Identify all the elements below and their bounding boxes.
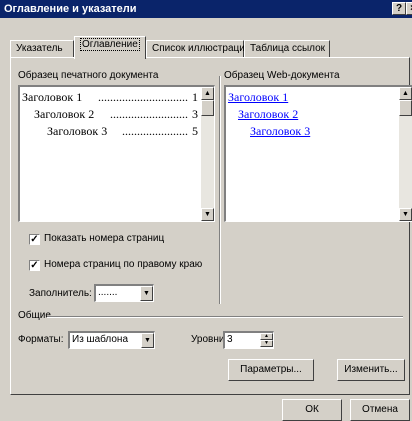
tab-references[interactable]: Таблица ссылок [244, 40, 330, 58]
print-preview-box: Заголовок 1 ............................… [18, 85, 215, 222]
web-preview-scrollbar[interactable]: ▲ ▼ [399, 87, 412, 221]
formats-value: Из шаблона [72, 334, 129, 345]
web-preview-label: Образец Web-документа [224, 70, 340, 81]
toc-heading-2: Заголовок 2 [34, 107, 95, 121]
params-button[interactable]: Параметры... [228, 359, 314, 381]
web-link-1[interactable]: Заголовок 1 [228, 90, 288, 105]
right-align-label: Номера страниц по правому краю [44, 259, 203, 270]
print-preview-label: Образец печатного документа [18, 70, 159, 81]
spin-down-icon[interactable]: ▼ [260, 340, 273, 347]
spin-up-icon[interactable]: ▲ [260, 333, 273, 340]
filler-label: Заполнитель: [29, 288, 92, 299]
levels-spin-buttons[interactable]: ▲ ▼ [260, 333, 273, 348]
cancel-button[interactable]: Отмена [350, 399, 410, 421]
scroll-thumb[interactable] [399, 100, 412, 116]
close-button[interactable]: × [406, 2, 412, 15]
formats-select[interactable]: Из шаблона ▼ [68, 331, 155, 349]
web-preview-box: Заголовок 1 Заголовок 2 Заголовок 3 ▲ ▼ [224, 85, 412, 222]
scroll-up-icon[interactable]: ▲ [399, 87, 412, 100]
levels-spinner[interactable]: 3 ▲ ▼ [223, 331, 274, 349]
scroll-down-icon[interactable]: ▼ [399, 208, 412, 221]
toc-leader-3: ................................ [122, 124, 188, 138]
chevron-down-icon[interactable]: ▼ [140, 286, 153, 301]
window-title: Оглавление и указатели [4, 3, 137, 15]
ok-button[interactable]: ОК [282, 399, 342, 421]
formats-label: Форматы: [18, 334, 64, 345]
web-link-3[interactable]: Заголовок 3 [250, 124, 310, 139]
toc-heading-1: Заголовок 1 [22, 90, 83, 104]
scroll-thumb[interactable] [201, 100, 214, 116]
toc-leader-2: ................................ [110, 107, 188, 121]
contents-panel: Образец печатного документа Образец Web-… [10, 57, 412, 395]
tab-index[interactable]: Указатель [10, 40, 74, 58]
toc-leader-1: ................................ [98, 90, 188, 104]
scroll-down-icon[interactable]: ▼ [201, 208, 214, 221]
tab-contents[interactable]: Оглавление [74, 36, 146, 59]
show-page-numbers-checkbox[interactable]: ✓ [29, 234, 40, 245]
general-divider [47, 316, 403, 318]
filler-select[interactable]: ....... ▼ [94, 284, 154, 302]
filler-value: ....... [98, 287, 118, 298]
tab-contents-label: Оглавление [80, 38, 140, 51]
show-page-numbers-label: Показать номера страниц [44, 233, 165, 244]
title-bar: Оглавление и указатели ? × [0, 0, 412, 18]
chevron-down-icon[interactable]: ▼ [141, 333, 154, 348]
levels-label: Уровни: [191, 334, 228, 345]
help-button[interactable]: ? [392, 2, 406, 15]
tab-illustrations[interactable]: Список иллюстраций [146, 40, 250, 58]
toc-page-1: 1 [192, 90, 198, 104]
right-align-checkbox[interactable]: ✓ [29, 260, 40, 271]
toc-page-3: 5 [192, 124, 198, 138]
modify-button[interactable]: Изменить... [337, 359, 405, 381]
scroll-up-icon[interactable]: ▲ [201, 87, 214, 100]
general-label: Общие [18, 310, 51, 321]
web-link-2[interactable]: Заголовок 2 [238, 107, 298, 122]
print-preview-scrollbar[interactable]: ▲ ▼ [201, 87, 214, 221]
column-divider [219, 76, 221, 304]
toc-heading-3: Заголовок 3 [47, 124, 108, 138]
toc-page-2: 3 [192, 107, 198, 121]
levels-value: 3 [227, 334, 233, 345]
